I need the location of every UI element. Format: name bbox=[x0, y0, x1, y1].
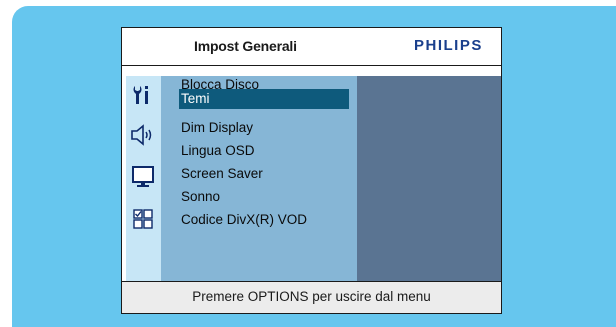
settings-menu-list: Blocca Disco Temi Dim Display Lingua OSD… bbox=[161, 76, 357, 281]
monitor-icon[interactable] bbox=[130, 164, 156, 190]
osd-menu-window: Impost Generali PHILIPS Blocca Disco Tem… bbox=[121, 27, 502, 314]
submenu-panel bbox=[357, 76, 501, 281]
preferences-grid-icon[interactable] bbox=[130, 206, 156, 232]
menu-item-screen-saver[interactable]: Screen Saver bbox=[181, 164, 263, 184]
osd-footer: Premere OPTIONS per uscire dal menu bbox=[122, 281, 501, 313]
menu-item-lingua-osd[interactable]: Lingua OSD bbox=[181, 141, 255, 161]
page-title: Impost Generali bbox=[194, 38, 297, 54]
footer-hint: Premere OPTIONS per uscire dal menu bbox=[192, 289, 431, 304]
settings-icon[interactable] bbox=[130, 82, 156, 108]
category-icon-column bbox=[126, 76, 161, 281]
menu-item-temi-selected[interactable]: Temi bbox=[179, 89, 349, 109]
menu-item-dim-display[interactable]: Dim Display bbox=[181, 118, 253, 138]
osd-body: Blocca Disco Temi Dim Display Lingua OSD… bbox=[122, 76, 501, 281]
menu-item-codice-divx-vod[interactable]: Codice DivX(R) VOD bbox=[181, 210, 307, 230]
brand-logo: PHILIPS bbox=[414, 37, 483, 54]
header-divider bbox=[122, 65, 501, 66]
speaker-icon[interactable] bbox=[130, 122, 156, 148]
osd-header: Impost Generali PHILIPS bbox=[122, 28, 501, 65]
menu-item-sonno[interactable]: Sonno bbox=[181, 187, 220, 207]
